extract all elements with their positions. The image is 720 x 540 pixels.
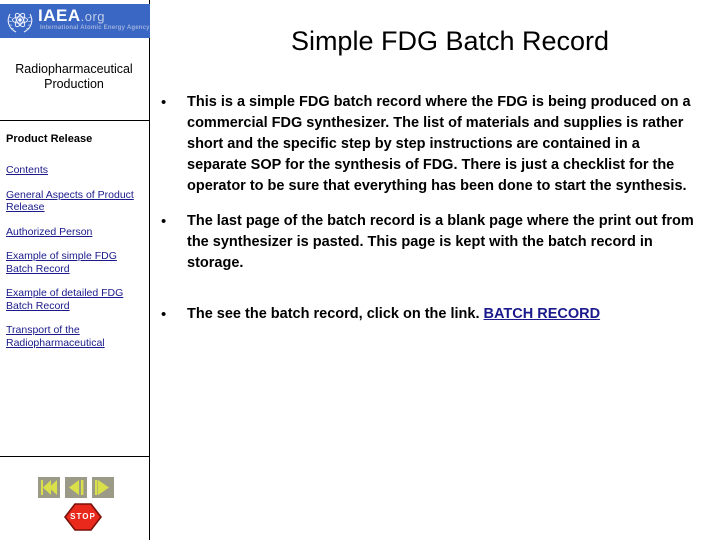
sidebar-title: Radiopharmaceutical Production (15, 62, 133, 91)
stop-button-label: STOP (70, 512, 96, 521)
sidebar-link-list: Contents General Aspects of Product Rele… (6, 164, 146, 361)
first-slide-icon (41, 480, 57, 495)
iaea-domain-text: .org (80, 9, 106, 24)
bullet-text: This is a simple FDG batch record where … (187, 94, 691, 194)
sidebar-item-general-aspects[interactable]: General Aspects of Product Release (6, 189, 146, 214)
bullet-marker-icon: • (161, 94, 167, 111)
page-title: Simple FDG Batch Record (290, 26, 610, 56)
next-slide-icon (95, 480, 109, 495)
bullet-text-prefix: The see the batch record, click on the l… (187, 306, 484, 322)
sidebar-divider-bottom (0, 456, 150, 457)
iaea-wordmark: IAEA.org (38, 7, 105, 25)
sidebar-item-detailed-fdg-batch-record[interactable]: Example of detailed FDG Batch Record (6, 287, 146, 312)
sidebar-item-contents[interactable]: Contents (6, 164, 146, 177)
iaea-logo-banner: IAEA.org International Atomic Energy Age… (0, 4, 150, 38)
sidebar-item-transport[interactable]: Transport of the Radiopharmaceutical (6, 324, 146, 349)
iaea-atom-laurel-icon (5, 6, 35, 36)
previous-slide-icon (69, 480, 84, 495)
sidebar: IAEA.org International Atomic Energy Age… (0, 0, 150, 540)
sidebar-divider-top (0, 120, 150, 121)
stop-button[interactable]: STOP (63, 503, 103, 531)
next-slide-button[interactable] (92, 477, 114, 498)
bullet-text: The last page of the batch record is a b… (187, 213, 694, 271)
navigation-buttons (38, 477, 116, 499)
iaea-wordmark-text: IAEA (38, 6, 81, 25)
bullet-item: • The last page of the batch record is a… (155, 211, 700, 274)
bullet-text: The see the batch record, click on the l… (187, 306, 600, 322)
main-content: Simple FDG Batch Record • This is a simp… (150, 0, 720, 540)
bullet-marker-icon: • (161, 213, 167, 230)
bullet-list: • This is a simple FDG batch record wher… (155, 92, 700, 339)
previous-slide-button[interactable] (65, 477, 87, 498)
sidebar-item-simple-fdg-batch-record[interactable]: Example of simple FDG Batch Record (6, 250, 146, 275)
first-slide-button[interactable] (38, 477, 60, 498)
bullet-marker-icon: • (161, 306, 167, 323)
iaea-tagline: International Atomic Energy Agency (40, 25, 150, 31)
bullet-item: • This is a simple FDG batch record wher… (155, 92, 700, 197)
sidebar-item-authorized-person[interactable]: Authorized Person (6, 226, 146, 239)
bullet-item-link: • The see the batch record, click on the… (155, 304, 700, 325)
sidebar-section-label: Product Release (6, 133, 93, 145)
batch-record-link[interactable]: BATCH RECORD (484, 306, 601, 322)
